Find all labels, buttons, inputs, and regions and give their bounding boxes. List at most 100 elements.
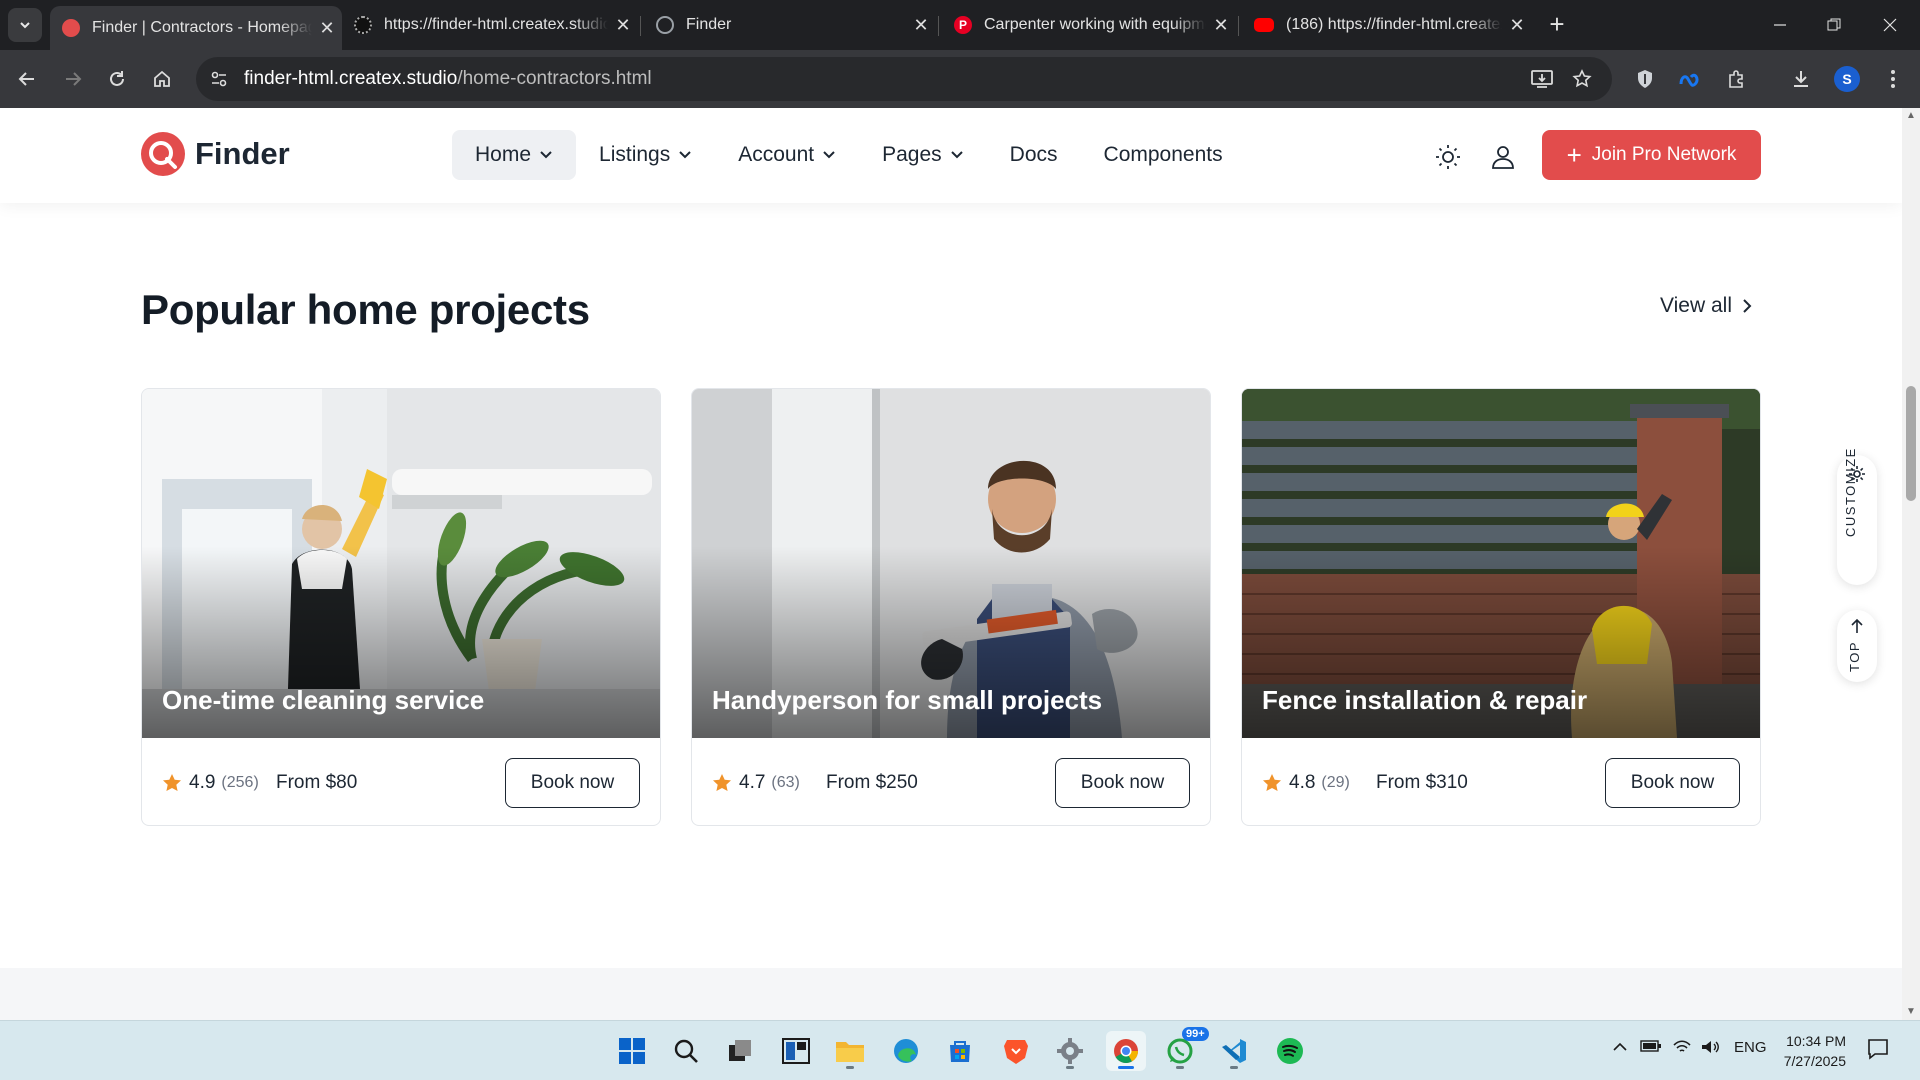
- close-tab-icon[interactable]: ✕: [906, 15, 936, 36]
- rating-value: 4.8: [1289, 772, 1316, 793]
- windows-taskbar: 99+ ENG 10:34 PM 7/27/2025: [0, 1020, 1920, 1080]
- browser-tab-pinterest[interactable]: P Carpenter working with equipment ✕: [942, 6, 1236, 44]
- profile-button[interactable]: S: [1832, 64, 1862, 94]
- close-tab-icon[interactable]: ✕: [1206, 15, 1236, 36]
- theme-toggle-button[interactable]: [1434, 143, 1462, 171]
- brave-button[interactable]: [996, 1031, 1036, 1071]
- settings-button[interactable]: [1050, 1031, 1090, 1071]
- home-button[interactable]: [147, 64, 177, 94]
- nav-listings[interactable]: Listings: [576, 130, 715, 180]
- pinterest-icon: P: [954, 16, 972, 34]
- nav-account[interactable]: Account: [715, 130, 859, 180]
- chrome-button[interactable]: [1106, 1031, 1146, 1071]
- reload-button[interactable]: [102, 64, 132, 94]
- book-now-button[interactable]: Book now: [505, 758, 640, 808]
- scroll-to-top-button[interactable]: TOP: [1837, 610, 1877, 682]
- join-pro-network-button[interactable]: + Join Pro Network: [1542, 130, 1761, 180]
- widgets-button[interactable]: [776, 1031, 816, 1071]
- downloads-button[interactable]: [1786, 64, 1816, 94]
- project-card-handyperson[interactable]: Handyperson for small projects 4.7 (63) …: [691, 388, 1211, 826]
- browser-tab-finder-contractors[interactable]: Finder | Contractors - Homepage ✕: [50, 6, 342, 50]
- volume-icon[interactable]: [1700, 1039, 1720, 1059]
- browser-tab-finder-html[interactable]: https://finder-html.createx.studio ✕: [342, 6, 638, 44]
- system-clock[interactable]: 10:34 PM 7/27/2025: [1774, 1031, 1846, 1071]
- chevron-up-icon: [1613, 1042, 1627, 1051]
- site-info-icon[interactable]: [202, 62, 236, 96]
- puzzle-icon: [1729, 70, 1743, 88]
- project-card-fence[interactable]: Fence installation & repair 4.8 (29) Fro…: [1241, 388, 1761, 826]
- minimize-icon: [1774, 24, 1786, 26]
- close-window-button[interactable]: [1862, 0, 1918, 50]
- extensions-button[interactable]: [1721, 64, 1751, 94]
- taskbar-search-button[interactable]: [666, 1031, 706, 1071]
- new-tab-button[interactable]: +: [1542, 10, 1572, 40]
- extension-meta-button[interactable]: [1676, 64, 1706, 94]
- windows-icon: [619, 1038, 645, 1064]
- page-scrollbar[interactable]: ▲ ▼: [1902, 108, 1920, 1020]
- clock-date: 7/27/2025: [1783, 1053, 1846, 1069]
- star-icon: [712, 773, 732, 793]
- close-tab-icon[interactable]: ✕: [608, 15, 638, 36]
- sun-icon: [1436, 145, 1460, 169]
- price: From $310: [1376, 772, 1468, 793]
- view-all-link[interactable]: View all: [1660, 294, 1752, 318]
- task-view-button[interactable]: [720, 1031, 760, 1071]
- browser-tab-finder[interactable]: Finder ✕: [644, 6, 936, 44]
- card-footer: 4.7 (63) From $250 Book now: [692, 738, 1210, 825]
- restore-window-button[interactable]: [1806, 0, 1862, 50]
- account-button[interactable]: [1489, 143, 1517, 171]
- start-button[interactable]: [612, 1031, 652, 1071]
- wifi-icon[interactable]: [1672, 1039, 1692, 1059]
- tab-title: Finder: [686, 16, 732, 33]
- chevron-down-icon: [20, 22, 30, 29]
- site-favicon-icon: [354, 16, 372, 34]
- scroll-down-arrow-icon[interactable]: ▼: [1905, 1006, 1917, 1018]
- browser-tab-youtube[interactable]: (186) https://finder-html.createx ✕: [1242, 6, 1532, 44]
- edge-button[interactable]: [886, 1031, 926, 1071]
- scroll-thumb[interactable]: [1906, 386, 1916, 501]
- address-bar[interactable]: finder-html.createx.studio/home-contract…: [196, 57, 1612, 101]
- install-app-button[interactable]: [1527, 64, 1557, 94]
- customize-label: CUSTOMIZE: [1843, 447, 1858, 537]
- file-explorer-button[interactable]: [830, 1031, 870, 1071]
- spotify-icon: [1277, 1038, 1303, 1064]
- language-indicator[interactable]: ENG: [1734, 1039, 1767, 1056]
- forward-button[interactable]: [58, 64, 88, 94]
- extension-shield-button[interactable]: [1630, 64, 1660, 94]
- show-hidden-icons-button[interactable]: [1612, 1039, 1628, 1056]
- nav-components[interactable]: Components: [1081, 130, 1246, 180]
- nav-docs[interactable]: Docs: [987, 130, 1081, 180]
- more-vertical-icon: [1891, 70, 1895, 88]
- close-tab-icon[interactable]: ✕: [1502, 15, 1532, 36]
- finder-favicon-icon: [62, 19, 80, 37]
- close-tab-icon[interactable]: ✕: [312, 18, 342, 39]
- widgets-icon: [782, 1038, 810, 1064]
- customize-button[interactable]: CUSTOMIZE: [1837, 447, 1877, 585]
- microsoft-store-button[interactable]: [940, 1031, 980, 1071]
- nav-label: Listings: [599, 143, 671, 166]
- home-icon: [154, 70, 170, 87]
- book-now-button[interactable]: Book now: [1605, 758, 1740, 808]
- minimize-window-button[interactable]: [1752, 0, 1808, 50]
- spotify-button[interactable]: [1270, 1031, 1310, 1071]
- whatsapp-button[interactable]: 99+: [1160, 1027, 1209, 1071]
- nav-pages[interactable]: Pages: [859, 130, 987, 180]
- bookmark-star-button[interactable]: [1567, 64, 1597, 94]
- review-count: (63): [771, 774, 800, 791]
- nav-home[interactable]: Home: [452, 130, 577, 180]
- vscode-icon: [1222, 1039, 1246, 1063]
- notifications-button[interactable]: [1866, 1037, 1890, 1065]
- book-now-button[interactable]: Book now: [1055, 758, 1190, 808]
- card-footer: 4.8 (29) From $310 Book now: [1242, 738, 1760, 825]
- project-card-cleaning[interactable]: One-time cleaning service 4.9 (256) From…: [141, 388, 661, 826]
- tab-search-button[interactable]: [8, 8, 42, 42]
- user-icon: [1492, 146, 1514, 169]
- scroll-up-arrow-icon[interactable]: ▲: [1905, 110, 1917, 122]
- back-button[interactable]: [12, 64, 42, 94]
- brand-logo[interactable]: Finder: [141, 132, 290, 176]
- vscode-button[interactable]: [1214, 1031, 1254, 1071]
- browser-menu-button[interactable]: [1878, 64, 1908, 94]
- section-title: Popular home projects: [141, 286, 590, 333]
- price: From $250: [826, 772, 918, 793]
- battery-icon[interactable]: [1640, 1039, 1662, 1057]
